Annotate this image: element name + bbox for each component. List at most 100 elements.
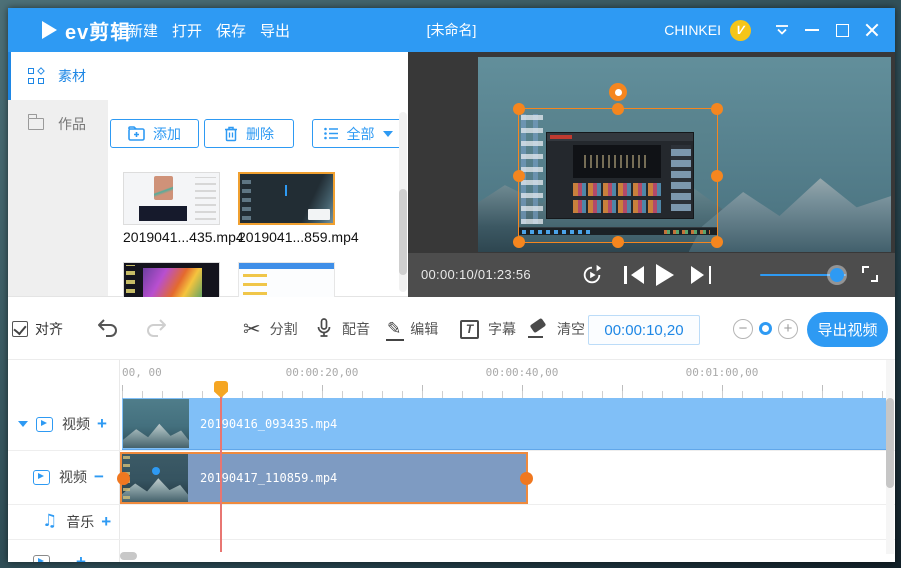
split-label: 分割 xyxy=(270,319,298,339)
redo-button[interactable] xyxy=(144,317,168,341)
scissors-icon: ✂ xyxy=(243,318,261,340)
selection-handle[interactable] xyxy=(612,103,624,115)
add-track-button[interactable]: + xyxy=(76,552,86,562)
selection-handle[interactable] xyxy=(612,236,624,248)
tab-materials-label: 素材 xyxy=(58,66,86,86)
filter-dropdown[interactable]: 全部 xyxy=(312,119,404,148)
timeline-horizontal-scrollbar[interactable] xyxy=(120,552,137,560)
material-thumbnail[interactable] xyxy=(238,172,335,225)
track-label: 音乐 xyxy=(66,512,94,532)
next-frame-button[interactable] xyxy=(691,264,711,286)
clear-button[interactable]: 清空 xyxy=(528,316,585,342)
selection-box[interactable] xyxy=(518,108,718,243)
avatar[interactable]: V xyxy=(730,20,751,41)
track-label: 视频 xyxy=(62,414,90,434)
timeline-clip-video-1[interactable]: 20190416_093435.mp4 xyxy=(122,398,886,450)
materials-scrollbar[interactable] xyxy=(399,112,407,292)
tab-materials[interactable]: 素材 xyxy=(8,52,108,100)
add-track-button[interactable]: + xyxy=(97,414,107,434)
ruler-tick-label: 00:01:00,00 xyxy=(686,366,759,379)
track-icon xyxy=(33,555,50,563)
export-video-button[interactable]: 导出视频 xyxy=(807,312,888,347)
remove-track-button[interactable]: − xyxy=(94,467,104,487)
checkbox-checked-icon[interactable] xyxy=(12,321,28,337)
edit-button[interactable]: ✎ 编辑 xyxy=(387,316,438,342)
selection-handle[interactable] xyxy=(513,103,525,115)
material-thumbnail[interactable] xyxy=(123,172,220,225)
chevron-down-icon xyxy=(383,131,393,137)
selection-handle[interactable] xyxy=(711,236,723,248)
video-track-icon xyxy=(33,470,50,485)
zoom-reset-button[interactable] xyxy=(759,322,772,335)
list-icon xyxy=(324,127,339,140)
clip-trim-handle-right[interactable] xyxy=(520,472,533,485)
loop-button[interactable] xyxy=(581,264,603,286)
subtitle-button[interactable]: 字幕 xyxy=(460,316,516,342)
selection-handle[interactable] xyxy=(711,103,723,115)
titlebar: ev剪辑 新建 打开 保存 导出 [未命名] CHINKEI V xyxy=(8,8,895,52)
material-item[interactable]: 2019041...435.mp4 xyxy=(123,172,220,245)
minimize-button[interactable] xyxy=(803,21,821,39)
video-track-icon xyxy=(36,417,53,432)
edit-toolbar: 对齐 ✂ 分割 配音 ✎ 编辑 字幕 清空 导出 xyxy=(8,297,895,360)
timeline-clip-video-2-selected[interactable]: 20190417_110859.mp4 xyxy=(120,452,528,504)
titlebar-right: CHINKEI V xyxy=(664,8,895,52)
panel-tab-rail: 素材 作品 xyxy=(8,52,108,296)
material-item-selected[interactable]: 2019041...859.mp4 xyxy=(238,172,335,245)
clip-trim-handle-left[interactable] xyxy=(117,472,130,485)
fullscreen-button[interactable] xyxy=(862,266,878,282)
collapse-track-icon[interactable] xyxy=(18,421,28,427)
collapse-window-icon[interactable] xyxy=(773,21,791,39)
username[interactable]: CHINKEI xyxy=(664,22,721,38)
materials-panel: 素材 作品 添加 删除 全部 2019041...435.mp4 xyxy=(8,52,408,297)
clear-label: 清空 xyxy=(557,319,585,339)
track-header-music[interactable]: ♫ 音乐 + xyxy=(8,504,120,539)
tab-works-label: 作品 xyxy=(58,114,86,134)
align-checkbox[interactable]: 对齐 xyxy=(12,319,63,339)
track-header-video-2[interactable]: 视频 − xyxy=(8,450,120,504)
tab-works[interactable]: 作品 xyxy=(8,100,108,148)
add-track-button[interactable]: + xyxy=(101,512,111,532)
desktop-background: ev剪辑 新建 打开 保存 导出 [未命名] CHINKEI V 素材 xyxy=(0,0,901,568)
voiceover-button[interactable]: 配音 xyxy=(315,316,370,342)
zoom-in-button[interactable] xyxy=(778,319,798,339)
text-icon xyxy=(460,320,479,339)
undo-button[interactable] xyxy=(96,317,120,341)
clip-thumbnail xyxy=(122,454,188,502)
materials-scrollbar-thumb[interactable] xyxy=(399,189,407,275)
track-header-video-1[interactable]: 视频 + xyxy=(8,398,120,450)
zoom-out-button[interactable] xyxy=(733,319,753,339)
works-folder-icon xyxy=(28,118,44,130)
ruler-tick-label: 00:00:40,00 xyxy=(486,366,559,379)
split-button[interactable]: ✂ 分割 xyxy=(243,316,298,342)
play-button[interactable] xyxy=(654,264,676,286)
avatar-badge: V xyxy=(736,23,746,37)
timeline-vertical-scrollbar[interactable] xyxy=(886,360,894,554)
selection-handle[interactable] xyxy=(513,170,525,182)
rotate-handle[interactable] xyxy=(609,83,627,101)
selection-handle[interactable] xyxy=(513,236,525,248)
add-material-button[interactable]: 添加 xyxy=(110,119,199,148)
voiceover-label: 配音 xyxy=(342,319,370,339)
close-button[interactable] xyxy=(863,21,881,39)
volume-knob[interactable] xyxy=(830,268,844,282)
previous-frame-button[interactable] xyxy=(624,264,644,286)
track-header-partial[interactable]: + xyxy=(8,547,120,562)
maximize-button[interactable] xyxy=(833,21,851,39)
delete-label: 删除 xyxy=(246,124,274,144)
delete-material-button[interactable]: 删除 xyxy=(204,119,294,148)
add-label: 添加 xyxy=(153,124,181,144)
ruler-tick-label: 00:00:20,00 xyxy=(286,366,359,379)
volume-slider[interactable] xyxy=(760,274,846,276)
timecode-input[interactable] xyxy=(588,315,700,345)
ruler-tick-label: 00, 00 xyxy=(122,366,162,379)
pencil-icon: ✎ xyxy=(387,319,401,339)
undo-icon xyxy=(96,317,120,341)
filter-selected-value: 全部 xyxy=(347,124,375,144)
materials-grid-icon xyxy=(28,68,44,84)
preview-video-frame xyxy=(478,57,891,252)
preview-panel: 00:00:10/01:23:56 xyxy=(408,52,895,297)
playback-controls: 00:00:10/01:23:56 xyxy=(408,253,895,297)
timeline-vscrollbar-thumb[interactable] xyxy=(886,398,894,488)
selection-handle[interactable] xyxy=(711,170,723,182)
